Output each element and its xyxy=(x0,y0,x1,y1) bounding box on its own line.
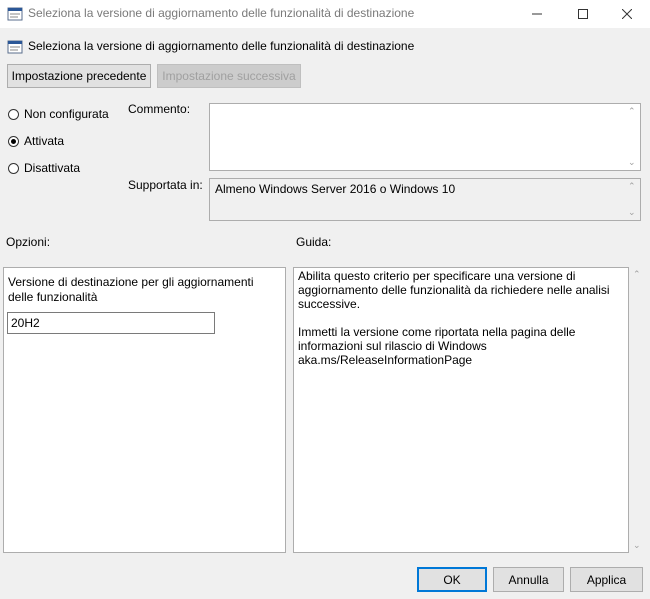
options-panel: Versione di destinazione per gli aggiorn… xyxy=(3,267,286,553)
radio-label: Disattivata xyxy=(24,161,81,175)
close-button[interactable] xyxy=(604,0,650,28)
help-paragraph: Immetti la versione come riportata nella… xyxy=(298,325,576,367)
options-label: Opzioni: xyxy=(6,235,51,249)
scroll-up-icon[interactable]: ⌃ xyxy=(633,269,641,280)
scroll-down-icon[interactable]: ⌄ xyxy=(628,157,636,168)
radio-label: Non configurata xyxy=(24,107,109,121)
minimize-button[interactable] xyxy=(514,0,560,28)
policy-header-title: Seleziona la versione di aggiornamento d… xyxy=(28,39,415,53)
scroll-down-icon[interactable]: ⌄ xyxy=(633,540,641,551)
radio-indicator xyxy=(8,135,19,147)
help-panel: Abilita questo criterio per specificare … xyxy=(293,267,629,553)
target-version-label: Versione di destinazione per gli aggiorn… xyxy=(8,275,254,304)
target-version-input[interactable]: 20H2 xyxy=(7,312,215,334)
next-setting-button[interactable]: Impostazione successiva xyxy=(157,64,301,88)
scroll-up-icon[interactable]: ⌃ xyxy=(628,181,636,192)
radio-indicator xyxy=(8,162,19,174)
ok-button[interactable]: OK xyxy=(417,567,487,592)
comment-label: Commento: xyxy=(128,102,191,116)
cancel-button[interactable]: Annulla xyxy=(493,567,564,592)
maximize-icon xyxy=(578,9,588,19)
supported-scrollbar[interactable]: ⌃ ⌄ xyxy=(625,179,640,220)
supported-value: Almeno Windows Server 2016 o Windows 10 xyxy=(215,182,456,196)
comment-textarea[interactable]: ⌃ ⌄ xyxy=(209,103,641,171)
help-paragraph: Abilita questo criterio per specificare … xyxy=(298,269,610,311)
supported-field: Almeno Windows Server 2016 o Windows 10 … xyxy=(209,178,641,221)
radio-disabled[interactable]: Disattivata xyxy=(8,161,80,175)
apply-button[interactable]: Applica xyxy=(570,567,643,592)
previous-setting-button[interactable]: Impostazione precedente xyxy=(7,64,151,88)
comment-scrollbar[interactable]: ⌃ ⌄ xyxy=(625,104,640,170)
minimize-icon xyxy=(532,13,542,15)
title-bar: Seleziona la versione di aggiornamento d… xyxy=(0,0,650,28)
radio-enabled[interactable]: Attivata xyxy=(8,134,64,148)
supported-label: Supportata in: xyxy=(128,178,203,192)
help-scrollbar[interactable]: ⌃ ⌄ xyxy=(630,267,645,553)
close-icon xyxy=(622,9,632,19)
radio-label: Attivata xyxy=(24,134,65,148)
maximize-button[interactable] xyxy=(560,0,606,28)
radio-indicator xyxy=(8,108,19,120)
scroll-up-icon[interactable]: ⌃ xyxy=(628,106,636,117)
policy-icon xyxy=(7,40,23,54)
policy-icon xyxy=(7,7,23,21)
window-title: Seleziona la versione di aggiornamento d… xyxy=(28,6,415,20)
help-label: Guida: xyxy=(296,235,332,249)
scroll-down-icon[interactable]: ⌄ xyxy=(628,207,636,218)
radio-not-configured[interactable]: Non configurata xyxy=(8,107,109,121)
